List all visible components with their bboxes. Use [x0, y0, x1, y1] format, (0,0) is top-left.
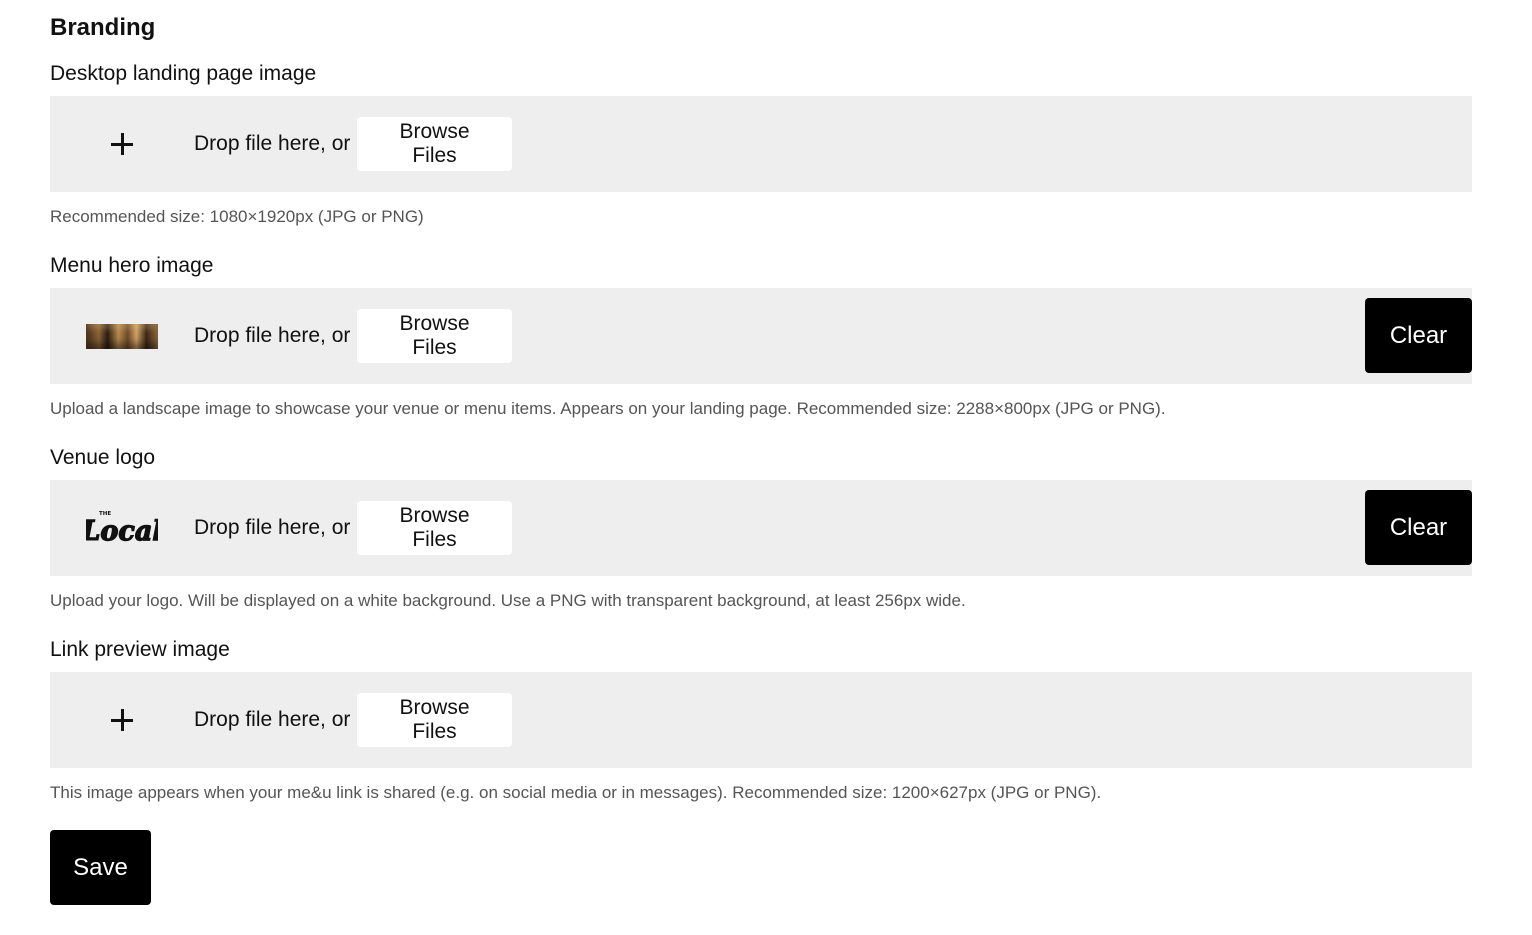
drop-instruction: Drop file here, or	[194, 516, 351, 539]
file-dropzone[interactable]: THE Local Drop file here, or Browse File…	[50, 480, 1472, 576]
drop-instruction: Drop file here, or	[194, 132, 351, 155]
field-desktop-landing-image: Desktop landing page image Drop file her…	[50, 60, 1472, 229]
logo-text: Local	[86, 516, 158, 547]
browse-files-button[interactable]: Browse Files	[357, 309, 512, 363]
clear-button[interactable]: Clear	[1365, 298, 1472, 373]
hero-image-thumbnail	[86, 323, 158, 349]
upload-thumbnail	[86, 120, 158, 168]
plus-icon	[111, 133, 133, 155]
venue-logo-thumbnail: THE Local	[86, 511, 158, 548]
field-label: Desktop landing page image	[50, 62, 317, 85]
save-button[interactable]: Save	[50, 830, 151, 905]
field-label: Menu hero image	[50, 254, 214, 277]
branding-page: Branding Desktop landing page image Drop…	[0, 0, 1532, 935]
file-dropzone[interactable]: Drop file here, or Browse Files Clear	[50, 288, 1472, 384]
help-text: Recommended size: 1080×1920px (JPG or PN…	[50, 207, 424, 226]
help-text: Upload a landscape image to showcase you…	[50, 399, 1166, 418]
field-venue-logo: Venue logo THE Local Drop file here, or …	[50, 444, 1472, 613]
help-text: Upload your logo. Will be displayed on a…	[50, 591, 966, 610]
section-title: Branding	[50, 14, 156, 41]
browse-files-button[interactable]: Browse Files	[357, 693, 512, 747]
help-text: This image appears when your me&u link i…	[50, 783, 1102, 802]
field-menu-hero-image: Menu hero image Drop file here, or Brows…	[50, 252, 1472, 421]
drop-instruction: Drop file here, or	[194, 324, 351, 347]
file-dropzone[interactable]: Drop file here, or Browse Files	[50, 672, 1472, 768]
drop-instruction: Drop file here, or	[194, 708, 351, 731]
plus-icon	[111, 709, 133, 731]
upload-thumbnail: THE Local	[86, 504, 158, 552]
field-label: Venue logo	[50, 446, 156, 469]
upload-thumbnail	[86, 312, 158, 360]
file-dropzone[interactable]: Drop file here, or Browse Files	[50, 96, 1472, 192]
field-label: Link preview image	[50, 638, 230, 661]
browse-files-button[interactable]: Browse Files	[357, 117, 512, 171]
field-link-preview-image: Link preview image Drop file here, or Br…	[50, 636, 1472, 805]
browse-files-button[interactable]: Browse Files	[357, 501, 512, 555]
upload-thumbnail	[86, 696, 158, 744]
clear-button[interactable]: Clear	[1365, 490, 1472, 565]
